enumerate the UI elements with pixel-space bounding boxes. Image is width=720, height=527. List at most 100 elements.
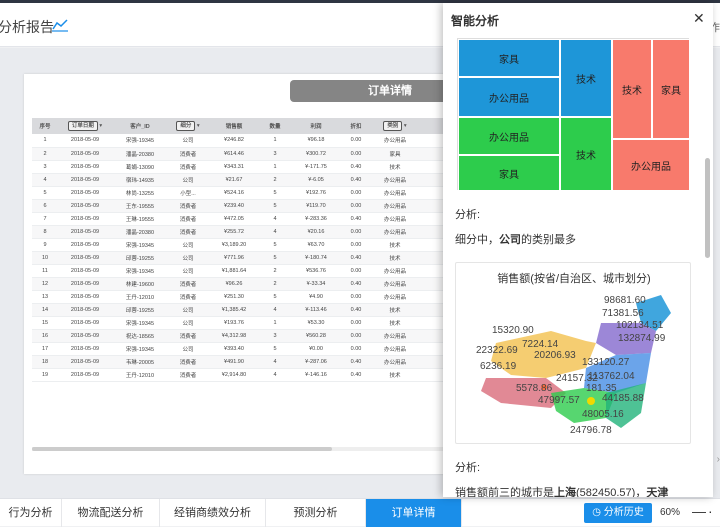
table-cell: 宋强-19345 xyxy=(112,134,168,148)
line-chart-icon[interactable] xyxy=(52,18,68,32)
scroll-right-icon[interactable]: › xyxy=(717,454,720,465)
table-cell: 王丹-12010 xyxy=(112,290,168,304)
table-cell: 17 xyxy=(32,342,58,356)
table-cell: 技术 xyxy=(370,303,420,317)
map-value-label: 22322.69 xyxy=(476,345,518,356)
sheet-horizontal-scrollbar[interactable] xyxy=(32,447,484,451)
treemap-cell[interactable]: 技术 xyxy=(560,117,612,191)
tab-order-detail[interactable]: 订单详情 xyxy=(366,499,462,527)
table-row[interactable]: 13 2018-05-09 王丹-12010 消费者 ¥251.30 5 ¥4.90 0.00… xyxy=(32,290,484,304)
table-row[interactable]: 6 2018-05-09 王东-19555 消费者 ¥239.40 5 ¥119.70 0.0… xyxy=(32,199,484,213)
table-cell: 4 xyxy=(260,303,290,317)
table-cell: 王东-19555 xyxy=(112,199,168,213)
table-cell: 办公用品 xyxy=(370,212,420,226)
table-cell: ¥193.76 xyxy=(208,316,260,330)
table-cell: 消费者 xyxy=(168,160,208,174)
treemap-cell[interactable]: 技术 xyxy=(612,39,652,139)
table-cell: 15 xyxy=(32,316,58,330)
chevron-down-icon[interactable]: ▾ xyxy=(195,123,200,129)
table-cell: 林尚-13255 xyxy=(112,186,168,200)
table-row[interactable]: 19 2018-05-09 王丹-12010 消费者 ¥2,914.80 4 ¥-146.1… xyxy=(32,368,484,382)
table-cell: 3 xyxy=(32,160,58,174)
table-cell: 公司 xyxy=(168,134,208,148)
table-header-cell[interactable]: 细分 ▾ xyxy=(168,118,208,134)
table-cell: 0.00 xyxy=(342,316,370,330)
treemap-cell[interactable]: 办公用品 xyxy=(612,139,690,191)
table-cell: ¥192.76 xyxy=(290,186,342,200)
table-row[interactable]: 18 2018-05-09 韦琳-20005 消费者 ¥491.90 4 ¥-287.06 0… xyxy=(32,355,484,369)
table-cell: 小型... xyxy=(168,186,208,200)
table-cell: 潘晶-20380 xyxy=(112,225,168,239)
treemap-cell[interactable]: 技术 xyxy=(560,39,612,117)
table-row[interactable]: 3 2018-05-09 葛娟-13090 消费者 ¥343.31 1 ¥-171.75 0.… xyxy=(32,160,484,174)
panel-scrollbar[interactable] xyxy=(705,158,710,258)
table-cell: ¥560.28 xyxy=(290,329,342,343)
zoom-out-icon[interactable]: — xyxy=(692,503,706,519)
chevron-down-icon[interactable]: ▾ xyxy=(402,123,407,129)
chevron-down-icon[interactable]: ▾ xyxy=(98,123,102,129)
table-cell: 5 xyxy=(260,290,290,304)
analysis-text-2: 销售额前三的城市是上海(582450.57)，天津 xyxy=(455,487,669,497)
table-cell: 技术 xyxy=(370,238,420,252)
table-cell: 4 xyxy=(260,212,290,226)
table-row[interactable]: 15 2018-05-09 宋强-19345 公司 ¥193.76 1 ¥53.30 0.00… xyxy=(32,316,484,330)
treemap-cell[interactable]: 家具 xyxy=(652,39,690,139)
table-cell: 2018-05-09 xyxy=(58,329,112,343)
table-cell: 宋强-19345 xyxy=(112,316,168,330)
table-row[interactable]: 11 2018-05-09 宋强-19345 公司 ¥1,881.64 2 ¥536.76 0… xyxy=(32,264,484,278)
table-cell: 10 xyxy=(32,251,58,265)
close-icon[interactable]: ✕ xyxy=(693,10,705,27)
map-value-label: 47997.57 xyxy=(538,395,580,406)
tab-forecast-analysis[interactable]: 预测分析 xyxy=(266,499,366,527)
treemap-cell[interactable]: 办公用品 xyxy=(458,77,560,117)
table-header-cell: 数量 xyxy=(260,118,290,134)
table-cell: ¥53.30 xyxy=(290,316,342,330)
table-header-cell[interactable]: 订单日期 ▾ xyxy=(58,118,112,134)
table-header-cell[interactable]: 类别 ▾ xyxy=(370,118,420,134)
table-row[interactable]: 1 2018-05-09 宋强-19345 公司 ¥246.82 1 ¥96.18 0.00 办… xyxy=(32,134,484,148)
tab-behavior-analysis[interactable]: 行为分析 xyxy=(0,499,62,527)
table-cell: 11 xyxy=(32,264,58,278)
column-filter-dropdown[interactable]: 订单日期 xyxy=(67,121,98,131)
table-row[interactable]: 2 2018-05-09 潘晶-20380 消费者 ¥614.46 3 ¥300.72 0.0… xyxy=(32,147,484,161)
table-row[interactable]: 5 2018-05-09 林尚-13255 小型... ¥524.16 5 ¥192.76 0… xyxy=(32,186,484,200)
table-cell: 0.00 xyxy=(342,264,370,278)
analysis-history-button[interactable]: ◷ 分析历史 xyxy=(584,503,652,523)
table-row[interactable]: 17 2018-05-09 宋强-19345 公司 ¥393.40 5 ¥0.00 0.00 办… xyxy=(32,342,484,356)
treemap-cell[interactable]: 办公用品 xyxy=(458,117,560,155)
column-filter-dropdown[interactable]: 类别 xyxy=(383,121,403,131)
map-value-label: 132874.99 xyxy=(618,333,666,344)
table-row[interactable]: 10 2018-05-09 邱蓉-19255 公司 ¥771.96 5 ¥-180.74 0.… xyxy=(32,251,484,265)
table-cell: 2018-05-09 xyxy=(58,199,112,213)
tab-dealer-performance[interactable]: 经销商绩效分析 xyxy=(160,499,266,527)
table-cell: 林建-19600 xyxy=(112,277,168,291)
table-cell: 4 xyxy=(260,368,290,382)
history-label: 分析历史 xyxy=(603,507,644,518)
table-cell: 办公用品 xyxy=(370,134,420,148)
scroll-thumb[interactable] xyxy=(32,447,332,451)
table-cell: ¥63.70 xyxy=(290,238,342,252)
treemap-cell[interactable]: 家具 xyxy=(458,155,560,191)
map-value-label: 6236.19 xyxy=(480,361,517,372)
table-row[interactable]: 12 2018-05-09 林建-19600 消费者 ¥96.26 2 ¥-33.34 0.4… xyxy=(32,277,484,291)
map-value-label: 113762.04 xyxy=(588,371,635,382)
column-filter-dropdown[interactable]: 细分 xyxy=(176,121,196,131)
table-cell: 0.00 xyxy=(342,329,370,343)
table-cell: 办公用品 xyxy=(370,199,420,213)
table-cell: 16 xyxy=(32,329,58,343)
table-cell: 公司 xyxy=(168,238,208,252)
table-row[interactable]: 7 2018-05-09 王琳-19555 消费者 ¥472.05 4 ¥-283.36 0.… xyxy=(32,212,484,226)
map-value-label: 24796.78 xyxy=(570,425,612,436)
table-cell: 0.00 xyxy=(342,225,370,239)
table-row[interactable]: 16 2018-05-09 祝达-18565 消费者 ¥4,312.98 3 ¥560.28… xyxy=(32,329,484,343)
table-row[interactable]: 4 2018-05-09 宿玮-14935 公司 ¥21.67 2 ¥-6.05 0.40 办公… xyxy=(32,173,484,187)
table-row[interactable]: 9 2018-05-09 宋强-19345 公司 ¥3,189.20 5 ¥63.70 0.0… xyxy=(32,238,484,252)
treemap-cell[interactable]: 家具 xyxy=(458,39,560,77)
more-icon[interactable]: · xyxy=(708,503,713,519)
table-row[interactable]: 8 2018-05-09 潘晶-20380 消费者 ¥255.72 4 ¥20.16 0.00… xyxy=(32,225,484,239)
tab-logistics-analysis[interactable]: 物流配送分析 xyxy=(62,499,160,527)
map-value-label: 44185.88 xyxy=(602,393,644,404)
table-row[interactable]: 14 2018-05-09 邱蓉-19255 公司 ¥1,385.42 4 ¥-113.46… xyxy=(32,303,484,317)
table-cell: 0.00 xyxy=(342,290,370,304)
table-cell: ¥239.40 xyxy=(208,199,260,213)
